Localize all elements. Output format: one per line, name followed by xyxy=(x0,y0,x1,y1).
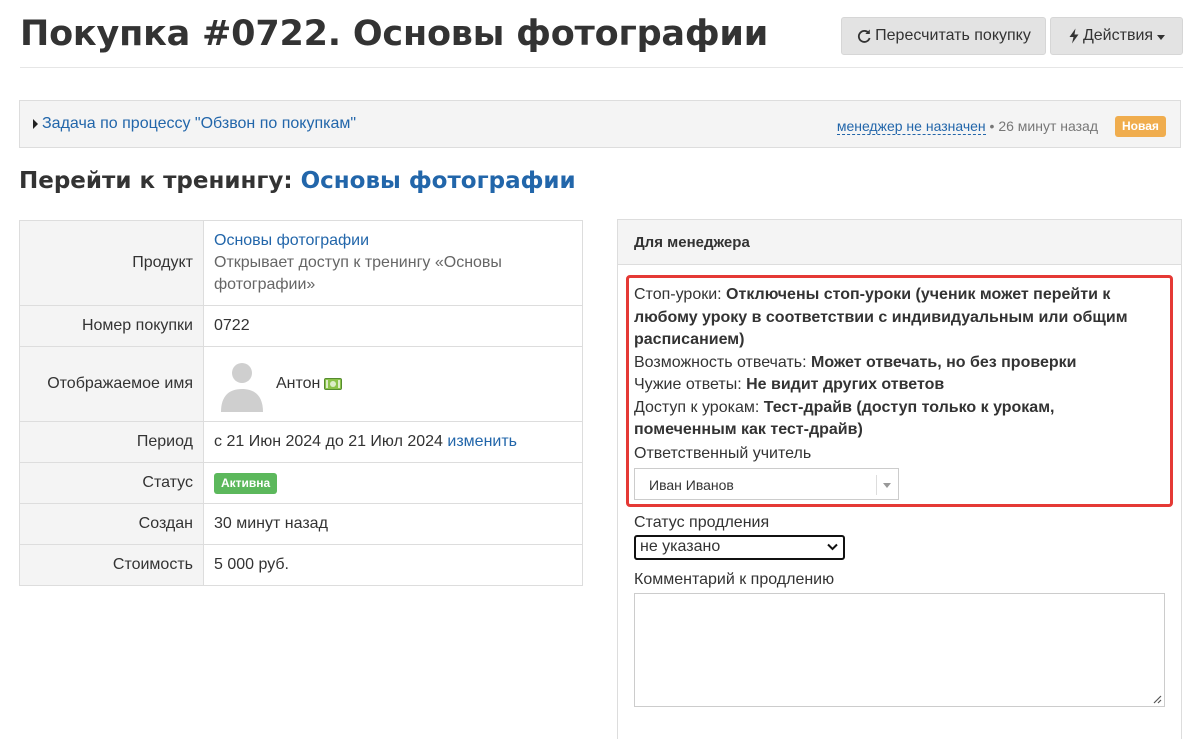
task-meta: менеджер не назначен • 26 минут назад xyxy=(836,118,1098,135)
row-label: Период xyxy=(19,421,204,463)
task-time: • 26 минут назад xyxy=(989,118,1098,134)
task-bar: Задача по процессу "Обзвон по покупкам" … xyxy=(19,100,1181,148)
task-link[interactable]: Задача по процессу "Обзвон по покупкам" xyxy=(42,115,356,133)
chevron-down-icon xyxy=(827,543,838,551)
period-value: с 21 Июн 2024 до 21 Июл 2024 xyxy=(214,433,443,450)
actions-label: Действия xyxy=(1082,27,1154,44)
extension-status-select[interactable]: не указано xyxy=(634,535,845,560)
title-divider xyxy=(20,67,1183,68)
extension-comment-label: Комментарий к продлению xyxy=(634,571,835,588)
status-badge-active: Активна xyxy=(214,473,278,494)
training-link[interactable]: Основы фотографии xyxy=(301,168,576,194)
refresh-icon xyxy=(858,29,871,43)
avatar[interactable] xyxy=(214,356,270,412)
row-value: Основы фотографии Открывает доступ к тре… xyxy=(204,221,583,306)
lightning-icon xyxy=(1069,28,1079,44)
row-value: Активна xyxy=(203,462,583,504)
cost-value: 5 000 руб. xyxy=(203,544,583,586)
table-row: Период с 21 Июн 2024 до 21 Июл 2024 изме… xyxy=(19,421,583,463)
purchase-number: 0722 xyxy=(203,305,583,347)
table-row: Номер покупки 0722 xyxy=(19,305,583,347)
triangle-right-icon[interactable] xyxy=(33,119,38,129)
manager-link[interactable]: менеджер не назначен xyxy=(836,118,986,135)
money-icon xyxy=(324,378,343,390)
row-label: Номер покупки xyxy=(19,305,204,347)
teacher-select[interactable]: Иван Иванов xyxy=(634,468,899,500)
recalculate-button[interactable]: Пересчитать покупку xyxy=(841,17,1046,55)
caret-down-icon xyxy=(1157,34,1166,40)
training-prefix: Перейти к тренингу: xyxy=(19,168,301,194)
row-value: Антон xyxy=(203,346,583,422)
row-label: Продукт xyxy=(19,220,204,306)
stop-lessons-setting: Стоп-уроки: Отключены стоп-уроки (ученик… xyxy=(634,286,1128,348)
extension-comment-textarea[interactable] xyxy=(634,593,1165,707)
row-label: Создан xyxy=(19,503,204,545)
recalculate-label: Пересчитать покупку xyxy=(875,27,1031,44)
product-link[interactable]: Основы фотографии xyxy=(214,232,369,249)
table-row: Создан 30 минут назад xyxy=(19,503,583,545)
created-value: 30 минут назад xyxy=(203,503,583,545)
teacher-label: Ответственный учитель xyxy=(634,445,812,462)
extension-status-label: Статус продления xyxy=(634,514,770,531)
table-row: Отображаемое имя Антон xyxy=(19,346,583,422)
teacher-selected-value: Иван Иванов xyxy=(649,477,734,493)
row-label: Стоимость xyxy=(19,544,204,586)
status-badge-new: Новая xyxy=(1115,116,1166,137)
extension-status-value: не указано xyxy=(640,538,721,555)
product-description: Открывает доступ к тренингу «Основы фото… xyxy=(214,254,502,293)
row-label: Отображаемое имя xyxy=(19,346,204,422)
purchase-info-table: Продукт Основы фотографии Открывает дост… xyxy=(19,220,583,586)
chevron-down-icon xyxy=(883,483,891,488)
select-divider xyxy=(876,475,877,495)
table-row: Статус Активна xyxy=(19,462,583,504)
page-title: Покупка #0722. Основы фотографии xyxy=(20,14,769,54)
change-period-link[interactable]: изменить xyxy=(447,433,517,450)
answer-setting: Возможность отвечать: Может отвечать, но… xyxy=(634,353,1077,371)
manager-panel-heading: Для менеджера xyxy=(618,220,1181,265)
training-heading: Перейти к тренингу: Основы фотографии xyxy=(19,168,576,194)
row-label: Статус xyxy=(19,462,204,504)
display-name[interactable]: Антон xyxy=(276,373,320,395)
table-row: Продукт Основы фотографии Открывает дост… xyxy=(19,220,583,306)
actions-dropdown-button[interactable]: Действия xyxy=(1050,17,1183,55)
lesson-settings: Стоп-уроки: Отключены стоп-уроки (ученик… xyxy=(634,284,1154,442)
resize-handle-icon[interactable] xyxy=(1152,694,1162,704)
row-value: с 21 Июн 2024 до 21 Июл 2024 изменить xyxy=(203,421,583,463)
manager-panel: Для менеджера Стоп-уроки: Отключены стоп… xyxy=(617,219,1182,739)
lesson-access-setting: Доступ к урокам: Тест-драйв (доступ толь… xyxy=(634,398,1055,439)
others-answers-setting: Чужие ответы: Не видит других ответов xyxy=(634,376,945,393)
table-row: Стоимость 5 000 руб. xyxy=(19,544,583,586)
